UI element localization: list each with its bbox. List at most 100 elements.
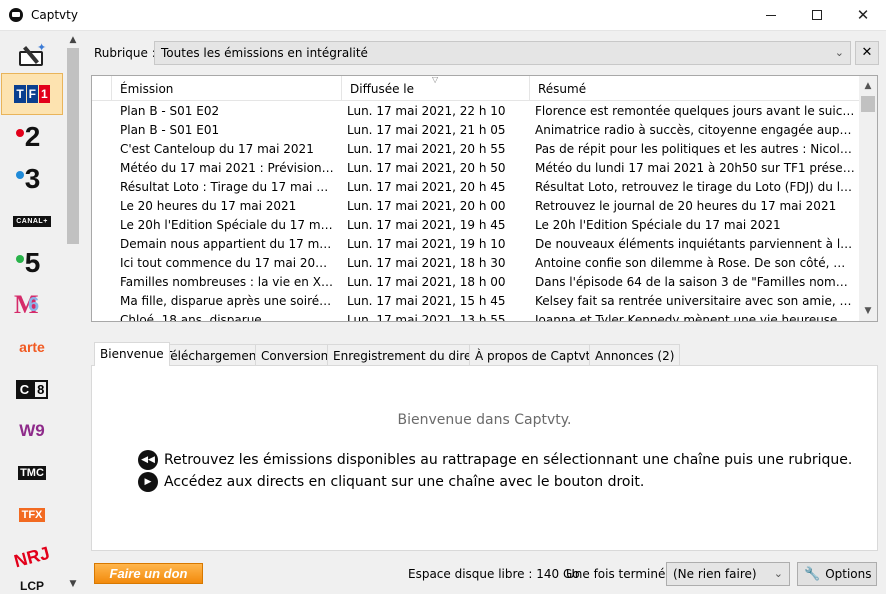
welcome-line-live: ▶ Accédez aux directs en cliquant sur un… — [138, 472, 644, 492]
table-row[interactable]: Familles nombreuses : la vie en XXL - S.… — [92, 273, 859, 292]
channel-wand[interactable]: ✦ — [1, 35, 63, 77]
cell-diffusee: Lun. 17 mai 2021, 18 h 30 — [347, 256, 506, 270]
column-header-emission[interactable]: Émission — [112, 76, 342, 101]
cell-resume: Antoine confie son dilemme à Rose. De so… — [535, 256, 855, 270]
cell-diffusee: Lun. 17 mai 2021, 18 h 00 — [347, 275, 506, 289]
channel-canalplus[interactable]: CANAL+ — [1, 200, 63, 242]
tab-bienvenue[interactable]: Bienvenue — [94, 342, 170, 366]
when-done-dropdown[interactable]: (Ne rien faire) ⌄ — [666, 562, 790, 586]
rubrique-close-button[interactable]: ✕ — [855, 41, 879, 65]
welcome-line-live-text: Accédez aux directs en cliquant sur une … — [164, 474, 645, 490]
cell-resume: Animatrice radio à succès, citoyenne eng… — [535, 123, 855, 137]
when-done-value: (Ne rien faire) — [673, 567, 757, 581]
cell-emission: Demain nous appartient du 17 mai 202... — [120, 237, 334, 251]
channel-nrj12[interactable]: NRJ — [1, 536, 63, 578]
table-row[interactable]: Météo du 17 mai 2021 : Prévisions mét...… — [92, 159, 859, 178]
welcome-panel: Bienvenue dans Captvty. ◀◀ Retrouvez les… — [91, 365, 878, 551]
table-row[interactable]: Plan B - S01 E01 Lun. 17 mai 2021, 21 h … — [92, 121, 859, 140]
channel-w9[interactable]: W9 — [1, 410, 63, 452]
cell-resume: De nouveaux éléments inquiétants parvien… — [535, 237, 855, 251]
welcome-line-replay-text: Retrouvez les émissions disponibles au r… — [164, 452, 853, 468]
scroll-down-icon[interactable]: ▼ — [66, 577, 80, 591]
table-row[interactable]: Le 20 heures du 17 mai 2021 Lun. 17 mai … — [92, 197, 859, 216]
maximize-button[interactable] — [794, 0, 840, 31]
app-icon — [9, 8, 23, 22]
table-row[interactable]: Résultat Loto : Tirage du 17 mai 2021 Lu… — [92, 178, 859, 197]
channel-france3[interactable]: 3 — [1, 158, 63, 200]
channel-arte[interactable]: arte — [1, 326, 63, 368]
header-spacer — [92, 76, 112, 101]
tfx-logo: TFX — [18, 508, 46, 522]
cell-diffusee: Lun. 17 mai 2021, 20 h 55 — [347, 142, 506, 156]
cell-emission: Ici tout commence du 17 mai 2021 - E... — [120, 256, 334, 270]
tab-enregistrement-direct[interactable]: Enregistrement du direct — [327, 344, 489, 365]
channel-lcp[interactable]: LCP — [1, 578, 63, 594]
options-button[interactable]: 🔧 Options — [797, 562, 877, 586]
cell-diffusee: Lun. 17 mai 2021, 20 h 45 — [347, 180, 506, 194]
close-window-button[interactable]: ✕ — [840, 0, 886, 31]
cell-resume: Résultat Loto, retrouvez le tirage du Lo… — [535, 180, 855, 194]
when-done-label: Une fois terminé : — [566, 567, 674, 581]
cell-emission: Plan B - S01 E01 — [120, 123, 220, 137]
tab-annonces[interactable]: Annonces (2) — [589, 344, 681, 365]
rubrique-dropdown[interactable]: Toutes les émissions en intégralité ⌄ — [154, 41, 851, 65]
sort-descending-icon: ▽ — [432, 75, 439, 84]
options-label: Options — [825, 567, 872, 581]
table-row[interactable]: Chloé, 18 ans, disparue Lun. 17 mai 2021… — [92, 311, 859, 322]
rubrique-label: Rubrique : — [94, 46, 156, 60]
w9-logo: W9 — [19, 421, 45, 440]
scroll-up-icon[interactable]: ▲ — [859, 78, 877, 95]
scrollbar-thumb[interactable] — [861, 96, 875, 112]
cell-emission: Chloé, 18 ans, disparue — [120, 313, 262, 322]
play-icon: ▶ — [138, 472, 158, 492]
channel-france5[interactable]: 5 — [1, 242, 63, 284]
cell-resume: Joanna et Tyler Kennedy mènent une vie h… — [535, 313, 855, 322]
rewind-icon: ◀◀ — [138, 450, 158, 470]
cell-diffusee: Lun. 17 mai 2021, 15 h 45 — [347, 294, 506, 308]
cell-emission: Ma fille, disparue après une soirée étu.… — [120, 294, 334, 308]
list-scrollbar[interactable]: ▲ ▼ — [859, 76, 877, 321]
cell-diffusee: Lun. 17 mai 2021, 20 h 00 — [347, 199, 506, 213]
channel-france2[interactable]: 2 — [1, 116, 63, 158]
channel-tfx[interactable]: TFX — [1, 494, 63, 536]
scrollbar-thumb[interactable] — [67, 48, 79, 244]
table-row[interactable]: C'est Canteloup du 17 mai 2021 Lun. 17 m… — [92, 140, 859, 159]
table-row[interactable]: Ma fille, disparue après une soirée étu.… — [92, 292, 859, 311]
donate-button[interactable]: Faire un don — [94, 563, 203, 584]
tab-a-propos[interactable]: À propos de Captvty — [469, 344, 604, 365]
cell-diffusee: Lun. 17 mai 2021, 22 h 10 — [347, 104, 506, 118]
cell-diffusee: Lun. 17 mai 2021, 19 h 10 — [347, 237, 506, 251]
column-header-resume[interactable]: Résumé — [530, 76, 859, 101]
cell-emission: Météo du 17 mai 2021 : Prévisions mét... — [120, 161, 334, 175]
chevron-down-icon: ⌄ — [834, 46, 844, 59]
nrj12-logo: NRJ — [11, 542, 52, 571]
m6-logo: M6 — [14, 290, 40, 319]
welcome-line-replay: ◀◀ Retrouvez les émissions disponibles a… — [138, 450, 852, 470]
table-row[interactable]: Plan B - S01 E02 Lun. 17 mai 2021, 22 h … — [92, 102, 859, 121]
channel-sidebar: ✦ TF1 2 3 CANAL+ 5 M6 arte C8 W9 TMC TFX… — [0, 31, 81, 594]
lcp-logo: LCP — [20, 579, 44, 593]
channel-tf1[interactable]: TF1 — [1, 73, 63, 115]
sidebar-scrollbar[interactable]: ▲ ▼ — [66, 31, 80, 594]
table-row[interactable]: Demain nous appartient du 17 mai 202... … — [92, 235, 859, 254]
table-row[interactable]: Le 20h l'Edition Spéciale du 17 mai 2021… — [92, 216, 859, 235]
emissions-list[interactable]: Émission Diffusée le ▽ Résumé Plan B - S… — [91, 75, 878, 322]
tab-conversion[interactable]: Conversion — [255, 344, 335, 365]
channel-c8[interactable]: C8 — [1, 368, 63, 410]
cell-resume: Dans l'épisode 64 de la saison 3 de "Fam… — [535, 275, 855, 289]
minimize-button[interactable] — [748, 0, 794, 31]
list-body: Plan B - S01 E02 Lun. 17 mai 2021, 22 h … — [92, 101, 859, 322]
table-row[interactable]: Ici tout commence du 17 mai 2021 - E... … — [92, 254, 859, 273]
channel-m6[interactable]: M6 — [1, 284, 63, 326]
cell-resume: Le 20h l'Edition Spéciale du 17 mai 2021 — [535, 218, 781, 232]
tab-telechargement[interactable]: Téléchargement — [159, 344, 268, 365]
cell-resume: Kelsey fait sa rentrée universitaire ave… — [535, 294, 855, 308]
cell-diffusee: Lun. 17 mai 2021, 21 h 05 — [347, 123, 506, 137]
arte-logo: arte — [19, 339, 45, 355]
window-title: Captvty — [31, 8, 78, 22]
channel-tmc[interactable]: TMC — [1, 452, 63, 494]
scroll-down-icon[interactable]: ▼ — [859, 303, 877, 320]
canalplus-logo: CANAL+ — [13, 215, 51, 227]
tmc-logo: TMC — [18, 466, 46, 480]
scroll-up-icon[interactable]: ▲ — [66, 33, 80, 47]
